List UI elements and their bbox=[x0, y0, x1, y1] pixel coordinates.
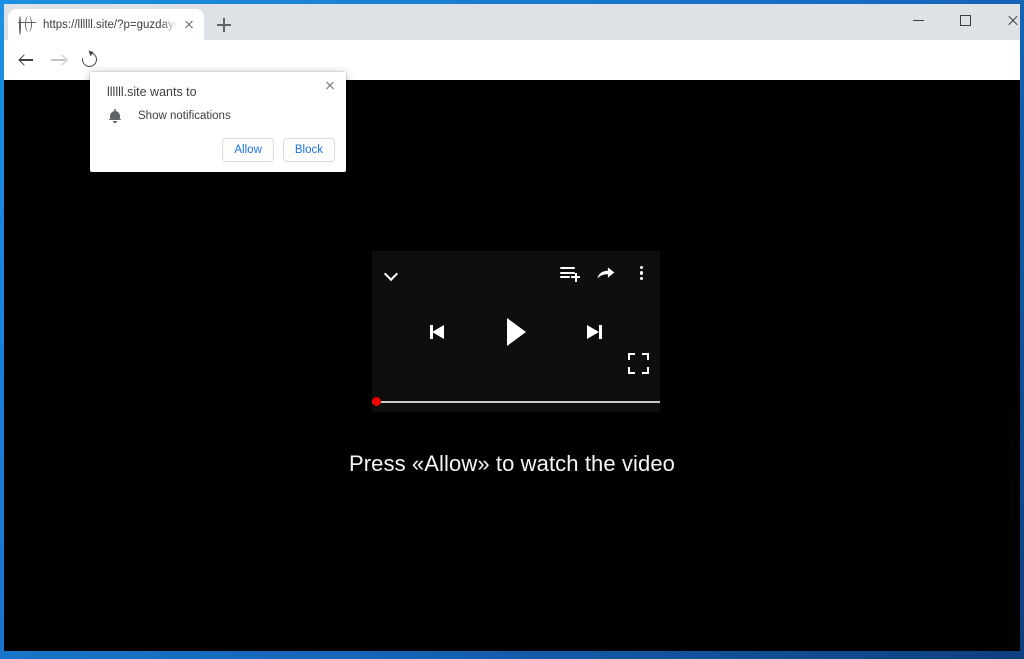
back-arrow-icon bbox=[19, 53, 33, 67]
page-content: llllll.site wants to Show notifications … bbox=[4, 72, 1020, 651]
permission-request-row: Show notifications bbox=[107, 108, 231, 124]
block-button[interactable]: Block bbox=[282, 138, 335, 162]
fullscreen-icon[interactable] bbox=[628, 353, 649, 374]
play-icon[interactable] bbox=[503, 317, 529, 347]
tab-title: https://llllll.site/?p=guzdayrrgq5 bbox=[43, 18, 177, 31]
reload-icon bbox=[79, 49, 100, 70]
reload-button[interactable] bbox=[77, 47, 103, 73]
globe-icon bbox=[19, 15, 35, 35]
next-track-icon[interactable] bbox=[581, 321, 603, 343]
close-icon[interactable] bbox=[179, 15, 199, 35]
player-transport-controls bbox=[372, 309, 660, 355]
share-icon[interactable] bbox=[595, 262, 617, 284]
chevron-down-icon[interactable] bbox=[381, 262, 403, 284]
tab-strip: https://llllll.site/?p=guzdayrrgq5 bbox=[4, 4, 1020, 40]
forward-button[interactable] bbox=[45, 47, 71, 73]
minimize-icon bbox=[913, 20, 924, 22]
browser-window: https://llllll.site/?p=guzdayrrgq5 bbox=[4, 4, 1020, 651]
new-tab-button[interactable] bbox=[212, 13, 236, 37]
forward-arrow-icon bbox=[51, 53, 65, 67]
allow-button[interactable]: Allow bbox=[222, 138, 274, 162]
back-button[interactable] bbox=[13, 47, 39, 73]
close-window-button[interactable] bbox=[991, 4, 1020, 36]
permission-request-label: Show notifications bbox=[138, 110, 231, 122]
previous-track-icon[interactable] bbox=[429, 321, 451, 343]
minimize-window-button[interactable] bbox=[897, 4, 942, 36]
video-player bbox=[372, 251, 660, 412]
progress-track bbox=[372, 401, 660, 403]
dialog-title: llllll.site wants to bbox=[107, 85, 197, 99]
progress-scrubber[interactable] bbox=[372, 392, 660, 412]
bell-icon bbox=[107, 108, 123, 124]
call-to-action-text: Press «Allow» to watch the video bbox=[348, 451, 676, 476]
notification-permission-dialog: llllll.site wants to Show notifications … bbox=[90, 72, 346, 172]
maximize-window-button[interactable] bbox=[944, 4, 989, 36]
maximize-icon bbox=[960, 15, 971, 26]
close-icon[interactable] bbox=[321, 77, 339, 95]
progress-handle[interactable] bbox=[372, 397, 381, 406]
dialog-actions: Allow Block bbox=[222, 138, 335, 162]
desktop-frame: https://llllll.site/?p=guzdayrrgq5 bbox=[0, 0, 1024, 659]
browser-tab-active[interactable]: https://llllll.site/?p=guzdayrrgq5 bbox=[8, 9, 204, 40]
add-to-queue-icon[interactable] bbox=[558, 262, 580, 284]
more-options-icon[interactable] bbox=[630, 262, 652, 284]
